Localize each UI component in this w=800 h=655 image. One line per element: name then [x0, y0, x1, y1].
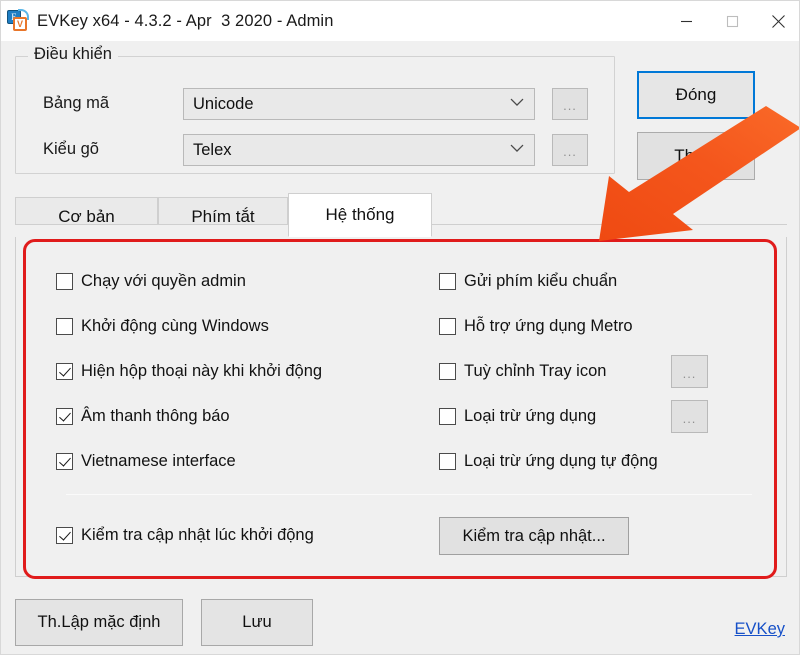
tab-strip: Cơ bản Phím tắt Hệ thống [15, 193, 787, 237]
option-label: Tuỳ chỉnh Tray icon [464, 362, 607, 380]
option-exclude-apps-auto[interactable]: Loại trừ ứng dụng tự động [439, 452, 658, 471]
option-show-dialog-on-start[interactable]: Hiện hộp thoại này khi khởi động [56, 362, 322, 381]
encoding-value: Unicode [193, 94, 254, 113]
restore-defaults-button[interactable]: Th.Lập mặc định [15, 599, 183, 646]
evkey-app-icon: E V [7, 9, 29, 32]
window-title: EVKey x64 - 4.3.2 - Apr 3 2020 - Admin [37, 11, 334, 30]
system-tab-panel: Chạy với quyền admin Khởi động cùng Wind… [15, 236, 787, 577]
encoding-combobox[interactable]: Unicode [183, 88, 535, 120]
encoding-more-button[interactable]: ... [552, 88, 588, 120]
close-icon[interactable] [755, 1, 799, 41]
checkbox-checked-icon[interactable] [56, 527, 73, 544]
checkbox-unchecked-icon[interactable] [439, 453, 456, 470]
checkbox-unchecked-icon[interactable] [56, 318, 73, 335]
chevron-down-icon [510, 139, 524, 158]
chevron-down-icon [510, 93, 524, 112]
evkey-window: E V EVKey x64 - 4.3.2 - Apr 3 2020 - Adm… [0, 0, 800, 655]
section-divider [66, 494, 752, 495]
option-metro-support[interactable]: Hỗ trợ ứng dụng Metro [439, 317, 633, 336]
option-standard-key-send[interactable]: Gửi phím kiểu chuẩn [439, 272, 617, 291]
option-notification-sound[interactable]: Âm thanh thông báo [56, 407, 230, 426]
option-exclude-apps[interactable]: Loại trừ ứng dụng [439, 407, 596, 426]
option-vietnamese-interface[interactable]: Vietnamese interface [56, 452, 236, 471]
checkbox-checked-icon[interactable] [56, 363, 73, 380]
check-update-button[interactable]: Kiểm tra cập nhật... [439, 517, 629, 555]
groupbox-title: Điều khiển [28, 45, 118, 64]
maximize-icon[interactable] [709, 1, 755, 41]
title-bar: E V EVKey x64 - 4.3.2 - Apr 3 2020 - Adm… [1, 1, 799, 41]
option-label: Vietnamese interface [81, 452, 236, 470]
input-method-value: Telex [193, 140, 232, 159]
checkbox-unchecked-icon[interactable] [439, 408, 456, 425]
encoding-label: Bảng mã [43, 94, 110, 112]
close-button[interactable]: Đóng [637, 71, 755, 119]
minimize-icon[interactable] [663, 1, 709, 41]
option-run-as-admin[interactable]: Chạy với quyền admin [56, 272, 246, 291]
option-start-with-windows[interactable]: Khởi động cùng Windows [56, 317, 269, 336]
tray-icon-more-button[interactable]: ... [671, 355, 708, 388]
input-method-more-button[interactable]: ... [552, 134, 588, 166]
option-label: Loại trừ ứng dụng tự động [464, 452, 658, 470]
input-method-label: Kiểu gõ [43, 140, 99, 158]
option-label: Hiện hộp thoại này khi khởi động [81, 362, 323, 380]
checkbox-unchecked-icon[interactable] [439, 363, 456, 380]
option-customize-tray-icon[interactable]: Tuỳ chỉnh Tray icon [439, 362, 606, 381]
evkey-website-link[interactable]: EVKey [735, 620, 785, 639]
exclude-apps-more-button[interactable]: ... [671, 400, 708, 433]
option-label: Khởi động cùng Windows [81, 317, 269, 335]
option-label: Chạy với quyền admin [81, 272, 246, 290]
option-label: Âm thanh thông báo [81, 407, 230, 425]
exit-button[interactable]: Thoát [637, 132, 755, 180]
checkbox-checked-icon[interactable] [56, 408, 73, 425]
option-label: Gửi phím kiểu chuẩn [464, 272, 618, 290]
checkbox-unchecked-icon[interactable] [439, 273, 456, 290]
input-method-combobox[interactable]: Telex [183, 134, 535, 166]
checkbox-unchecked-icon[interactable] [56, 273, 73, 290]
option-label: Kiểm tra cập nhật lúc khởi động [81, 526, 314, 544]
window-controls [663, 1, 799, 41]
checkbox-unchecked-icon[interactable] [439, 318, 456, 335]
option-label: Loại trừ ứng dụng [464, 407, 597, 425]
tab-he-thong[interactable]: Hệ thống [288, 193, 432, 237]
option-label: Hỗ trợ ứng dụng Metro [464, 317, 633, 335]
save-button[interactable]: Lưu [201, 599, 313, 646]
checkbox-checked-icon[interactable] [56, 453, 73, 470]
option-check-update-on-start[interactable]: Kiểm tra cập nhật lúc khởi động [56, 526, 314, 545]
